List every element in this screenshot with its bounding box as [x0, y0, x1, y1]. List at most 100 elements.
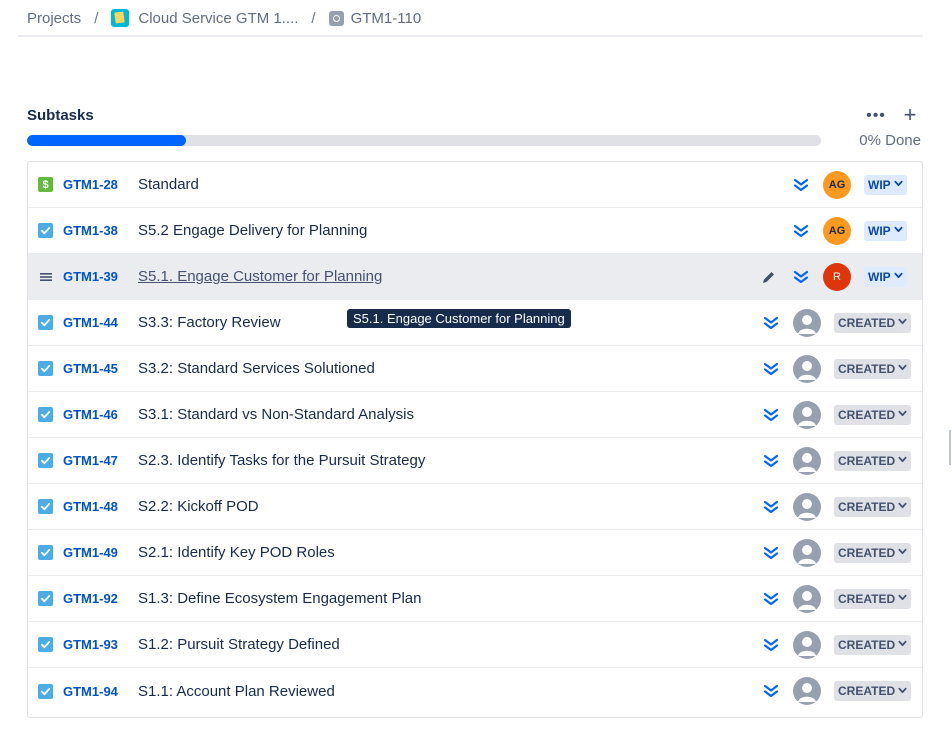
- project-icon: [111, 9, 130, 27]
- chevron-down-icon: [898, 317, 907, 328]
- issue-summary[interactable]: S3.1: Standard vs Non-Standard Analysis: [138, 406, 414, 423]
- task-checkbox-icon: [38, 407, 53, 422]
- task-checkbox-icon: [38, 223, 53, 238]
- priority-lowest-icon: [762, 360, 780, 378]
- table-row[interactable]: GTM1-94 S1.1: Account Plan Reviewed CREATE…: [28, 668, 922, 714]
- breadcrumb-issue[interactable]: GTM1-110: [328, 9, 422, 27]
- chevron-down-icon: [898, 686, 907, 697]
- issue-summary[interactable]: S3.2: Standard Services Solutioned: [138, 360, 375, 377]
- scrollbar[interactable]: [949, 430, 951, 465]
- issue-key[interactable]: GTM1-28: [63, 177, 118, 192]
- issue-key[interactable]: GTM1-93: [63, 637, 118, 652]
- status-dropdown[interactable]: CREATED: [834, 588, 912, 609]
- priority-lowest-icon: [762, 544, 780, 562]
- avatar[interactable]: AG: [823, 216, 851, 245]
- status-dropdown[interactable]: CREATED: [834, 404, 912, 425]
- table-row[interactable]: GTM1-47 S2.3. Identify Tasks for the Purs…: [28, 438, 922, 484]
- chevron-down-icon: [898, 455, 907, 466]
- issue-summary[interactable]: S2.1: Identify Key POD Roles: [138, 544, 335, 561]
- table-row[interactable]: GTM1-46 S3.1: Standard vs Non-Standard An…: [28, 392, 922, 438]
- unassigned-avatar-icon[interactable]: [793, 400, 821, 429]
- table-row[interactable]: GTM1-45 S3.2: Standard Services Solutione…: [28, 346, 922, 392]
- status-dropdown[interactable]: CREATED: [834, 358, 912, 379]
- status-dropdown[interactable]: CREATED: [834, 312, 912, 333]
- status-label: CREATED: [838, 499, 896, 514]
- breadcrumb-project[interactable]: Cloud Service GTM 1....: [111, 9, 298, 27]
- unassigned-avatar-icon[interactable]: [793, 354, 821, 383]
- issue-summary[interactable]: S1.3: Define Ecosystem Engagement Plan: [138, 590, 422, 607]
- priority-lowest-icon: [762, 682, 780, 700]
- status-dropdown[interactable]: WIP: [864, 220, 907, 241]
- priority-lowest-icon: [762, 452, 780, 470]
- issue-key[interactable]: GTM1-39: [63, 269, 118, 284]
- table-row[interactable]: GTM1-49 S2.1: Identify Key POD Roles CREAT…: [28, 530, 922, 576]
- breadcrumb: Projects / Cloud Service GTM 1.... / GTM…: [27, 0, 421, 36]
- priority-lowest-icon: [792, 176, 810, 194]
- task-checkbox-icon: [38, 545, 53, 560]
- status-dropdown[interactable]: CREATED: [834, 542, 912, 563]
- unassigned-avatar-icon[interactable]: [793, 538, 821, 567]
- status-dropdown[interactable]: CREATED: [834, 634, 912, 655]
- issue-summary[interactable]: S5.1. Engage Customer for Planning: [138, 268, 382, 285]
- table-row[interactable]: $ GTM1-28 Standard AG WIP: [28, 162, 922, 208]
- status-dropdown[interactable]: WIP: [864, 266, 907, 287]
- avatar[interactable]: AG: [823, 170, 851, 199]
- unassigned-avatar-icon[interactable]: [793, 630, 821, 659]
- subtasks-title: Subtasks: [27, 107, 94, 124]
- issue-summary[interactable]: S3.3: Factory Review: [138, 314, 281, 331]
- issue-summary[interactable]: Standard: [138, 176, 199, 193]
- issue-summary[interactable]: S5.2 Engage Delivery for Planning: [138, 222, 367, 239]
- issue-summary[interactable]: S2.2: Kickoff POD: [138, 498, 259, 515]
- status-label: CREATED: [838, 684, 896, 698]
- issue-key[interactable]: GTM1-92: [63, 591, 118, 606]
- priority-lowest-icon: [792, 268, 810, 286]
- header-divider: [18, 35, 923, 37]
- avatar[interactable]: R: [823, 262, 851, 291]
- issue-key[interactable]: GTM1-47: [63, 453, 118, 468]
- unassigned-avatar-icon[interactable]: [793, 446, 821, 475]
- unassigned-avatar-icon[interactable]: [793, 584, 821, 613]
- more-icon[interactable]: •••: [864, 106, 888, 126]
- subtasks-progress-bar: [27, 135, 821, 146]
- unassigned-avatar-icon[interactable]: [793, 492, 821, 521]
- issue-key[interactable]: GTM1-45: [63, 361, 118, 376]
- pencil-icon[interactable]: [761, 269, 777, 285]
- issue-key[interactable]: GTM1-38: [63, 223, 118, 238]
- table-row[interactable]: GTM1-92 S1.3: Define Ecosystem Engagement…: [28, 576, 922, 622]
- status-dropdown[interactable]: CREATED: [834, 681, 912, 701]
- issue-summary[interactable]: S1.2: Pursuit Strategy Defined: [138, 636, 340, 653]
- issue-key[interactable]: GTM1-48: [63, 499, 118, 514]
- subtasks-table: $ GTM1-28 Standard AG WIP GTM1-38 S5.2 Engage …: [27, 161, 923, 718]
- issue-summary[interactable]: S2.3. Identify Tasks for the Pursuit Str…: [138, 452, 425, 469]
- status-label: CREATED: [838, 453, 896, 468]
- chevron-down-icon: [894, 271, 903, 282]
- chevron-down-icon: [898, 639, 907, 650]
- issue-key[interactable]: GTM1-44: [63, 315, 118, 330]
- issue-key[interactable]: GTM1-94: [63, 684, 118, 699]
- status-dropdown[interactable]: CREATED: [834, 450, 912, 471]
- plus-icon[interactable]: +: [898, 102, 922, 127]
- priority-lowest-icon: [762, 590, 780, 608]
- table-row[interactable]: GTM1-38 S5.2 Engage Delivery for Planning…: [28, 208, 922, 254]
- issue-key[interactable]: GTM1-49: [63, 545, 118, 560]
- status-label: CREATED: [838, 361, 896, 376]
- issue-summary[interactable]: S1.1: Account Plan Reviewed: [138, 683, 335, 700]
- status-dropdown[interactable]: WIP: [864, 174, 907, 195]
- task-checkbox-icon: [38, 361, 53, 376]
- table-row[interactable]: GTM1-48 S2.2: Kickoff POD CREATED: [28, 484, 922, 530]
- priority-lowest-icon: [762, 636, 780, 654]
- breadcrumb-projects[interactable]: Projects: [27, 10, 81, 27]
- status-dropdown[interactable]: CREATED: [834, 496, 912, 517]
- priority-lowest-icon: [762, 498, 780, 516]
- issue-key[interactable]: GTM1-46: [63, 407, 118, 422]
- status-label: WIP: [868, 177, 891, 192]
- table-row[interactable]: GTM1-39 S5.1. Engage Customer for Plannin…: [28, 254, 922, 300]
- status-label: WIP: [868, 223, 891, 238]
- table-row[interactable]: GTM1-93 S1.2: Pursuit Strategy Defined CRE…: [28, 622, 922, 668]
- breadcrumb-issue-label: GTM1-110: [350, 9, 422, 27]
- drag-handle-icon[interactable]: [38, 269, 53, 284]
- unassigned-avatar-icon[interactable]: [793, 677, 821, 705]
- unassigned-avatar-icon[interactable]: [793, 308, 821, 337]
- tooltip: S5.1. Engage Customer for Planning: [347, 309, 571, 328]
- progress-label: 0% Done: [859, 132, 921, 149]
